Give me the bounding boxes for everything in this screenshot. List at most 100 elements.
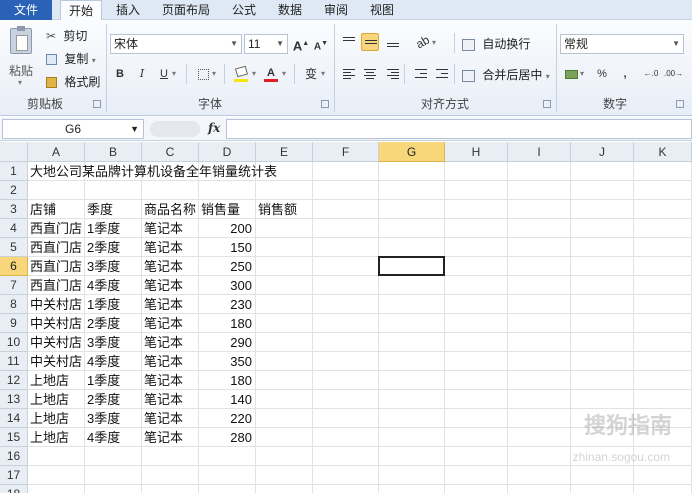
row-header-7[interactable]: 7 bbox=[0, 276, 28, 295]
orientation-button[interactable]: ab bbox=[414, 33, 433, 52]
paste-button[interactable]: 粘贴 ▾ bbox=[6, 26, 36, 88]
tab-formulas[interactable]: 公式 bbox=[224, 0, 264, 20]
shrink-font-button[interactable]: A▼ bbox=[312, 35, 330, 53]
cell-header-e[interactable]: 销售额 bbox=[256, 200, 297, 219]
chevron-down-icon[interactable]: ▾ bbox=[580, 69, 584, 78]
borders-button[interactable] bbox=[194, 65, 212, 83]
cell-c12[interactable]: 笔记本 bbox=[142, 371, 183, 390]
clipboard-launcher-icon[interactable] bbox=[93, 100, 101, 108]
chevron-down-icon[interactable]: ▾ bbox=[212, 69, 216, 78]
cell-c11[interactable]: 笔记本 bbox=[142, 352, 183, 371]
cell-b6[interactable]: 3季度 bbox=[85, 257, 120, 276]
cell-a4[interactable]: 西直门店 bbox=[28, 219, 82, 238]
spreadsheet-grid[interactable]: ABCDEFGHIJK123456789101112131415161718大地… bbox=[0, 142, 692, 493]
number-format-combo[interactable]: 常规 ▼ bbox=[560, 34, 684, 54]
insert-function-button[interactable]: fx bbox=[208, 121, 224, 137]
row-header-17[interactable]: 17 bbox=[0, 466, 28, 485]
cell-a12[interactable]: 上地店 bbox=[28, 371, 69, 390]
cut-button[interactable]: ✂ 剪切 bbox=[46, 26, 87, 46]
active-cell-selection[interactable] bbox=[378, 256, 445, 276]
cell-d4[interactable]: 200 bbox=[199, 219, 256, 238]
cell-b4[interactable]: 1季度 bbox=[85, 219, 120, 238]
row-header-6[interactable]: 6 bbox=[0, 257, 28, 276]
bold-button[interactable]: B bbox=[111, 65, 129, 83]
cell-b10[interactable]: 3季度 bbox=[85, 333, 120, 352]
cell-b15[interactable]: 4季度 bbox=[85, 428, 120, 447]
formula-input[interactable] bbox=[226, 119, 692, 139]
chevron-down-icon[interactable]: ▾ bbox=[172, 69, 176, 78]
accounting-format-button[interactable] bbox=[562, 65, 580, 83]
tab-file[interactable]: 文件 bbox=[0, 0, 52, 20]
comma-style-button[interactable]: , bbox=[616, 65, 634, 83]
chevron-down-icon[interactable]: ▾ bbox=[321, 69, 325, 78]
chevron-down-icon[interactable]: ▾ bbox=[432, 38, 436, 47]
column-header-i[interactable]: I bbox=[508, 142, 571, 162]
row-header-12[interactable]: 12 bbox=[0, 371, 28, 390]
row-header-10[interactable]: 10 bbox=[0, 333, 28, 352]
cell-d14[interactable]: 220 bbox=[199, 409, 256, 428]
cell-d9[interactable]: 180 bbox=[199, 314, 256, 333]
row-header-8[interactable]: 8 bbox=[0, 295, 28, 314]
column-header-a[interactable]: A bbox=[28, 142, 85, 162]
cell-a9[interactable]: 中关村店 bbox=[28, 314, 82, 333]
cell-c9[interactable]: 笔记本 bbox=[142, 314, 183, 333]
cell-a15[interactable]: 上地店 bbox=[28, 428, 69, 447]
column-header-c[interactable]: C bbox=[142, 142, 199, 162]
cell-a8[interactable]: 中关村店 bbox=[28, 295, 82, 314]
grow-font-button[interactable]: A▲ bbox=[292, 35, 310, 53]
align-left-button[interactable] bbox=[340, 65, 358, 83]
cell-d10[interactable]: 290 bbox=[199, 333, 256, 352]
column-header-f[interactable]: F bbox=[313, 142, 379, 162]
row-header-16[interactable]: 16 bbox=[0, 447, 28, 466]
cell-c14[interactable]: 笔记本 bbox=[142, 409, 183, 428]
column-header-k[interactable]: K bbox=[634, 142, 692, 162]
column-header-j[interactable]: J bbox=[571, 142, 634, 162]
increase-indent-button[interactable] bbox=[433, 65, 451, 83]
cell-b9[interactable]: 2季度 bbox=[85, 314, 120, 333]
phonetic-button[interactable]: 变 bbox=[302, 65, 320, 83]
font-size-combo[interactable]: 11 ▼ bbox=[244, 34, 288, 54]
cell-b12[interactable]: 1季度 bbox=[85, 371, 120, 390]
tab-view[interactable]: 视图 bbox=[362, 0, 402, 20]
cell-b11[interactable]: 4季度 bbox=[85, 352, 120, 371]
tab-home[interactable]: 开始 bbox=[60, 0, 102, 21]
font-launcher-icon[interactable] bbox=[321, 100, 329, 108]
format-painter-button[interactable]: 格式刷 bbox=[46, 72, 100, 92]
row-header-4[interactable]: 4 bbox=[0, 219, 28, 238]
cell-c10[interactable]: 笔记本 bbox=[142, 333, 183, 352]
align-top-button[interactable] bbox=[340, 33, 358, 51]
row-header-9[interactable]: 9 bbox=[0, 314, 28, 333]
tab-data[interactable]: 数据 bbox=[270, 0, 310, 20]
cell-a7[interactable]: 西直门店 bbox=[28, 276, 82, 295]
cell-d13[interactable]: 140 bbox=[199, 390, 256, 409]
cell-d12[interactable]: 180 bbox=[199, 371, 256, 390]
cell-c13[interactable]: 笔记本 bbox=[142, 390, 183, 409]
cell-a14[interactable]: 上地店 bbox=[28, 409, 69, 428]
align-bottom-button[interactable] bbox=[384, 33, 402, 51]
cell-a1-title[interactable]: 大地公司某品牌计算机设备全年销量统计表 bbox=[28, 162, 277, 181]
name-box[interactable]: G6 ▼ bbox=[2, 119, 144, 139]
cell-a13[interactable]: 上地店 bbox=[28, 390, 69, 409]
font-name-combo[interactable]: 宋体 ▼ bbox=[110, 34, 242, 54]
column-header-h[interactable]: H bbox=[445, 142, 508, 162]
cell-a11[interactable]: 中关村店 bbox=[28, 352, 82, 371]
row-header-3[interactable]: 3 bbox=[0, 200, 28, 219]
cell-header-a[interactable]: 店铺 bbox=[28, 200, 56, 219]
copy-button[interactable]: 复制 ▾ bbox=[46, 49, 96, 69]
fill-color-button[interactable] bbox=[232, 64, 250, 82]
row-header-2[interactable]: 2 bbox=[0, 181, 28, 200]
alignment-launcher-icon[interactable] bbox=[543, 100, 551, 108]
cell-b13[interactable]: 2季度 bbox=[85, 390, 120, 409]
increase-decimal-button[interactable]: ←.0 bbox=[642, 65, 660, 83]
cell-d7[interactable]: 300 bbox=[199, 276, 256, 295]
align-right-button[interactable] bbox=[384, 65, 402, 83]
align-middle-button[interactable] bbox=[361, 33, 379, 51]
cell-b5[interactable]: 2季度 bbox=[85, 238, 120, 257]
cell-c6[interactable]: 笔记本 bbox=[142, 257, 183, 276]
row-header-15[interactable]: 15 bbox=[0, 428, 28, 447]
cell-d11[interactable]: 350 bbox=[199, 352, 256, 371]
select-all-corner[interactable] bbox=[0, 142, 28, 162]
row-header-13[interactable]: 13 bbox=[0, 390, 28, 409]
row-header-1[interactable]: 1 bbox=[0, 162, 28, 181]
row-header-18[interactable]: 18 bbox=[0, 485, 28, 493]
